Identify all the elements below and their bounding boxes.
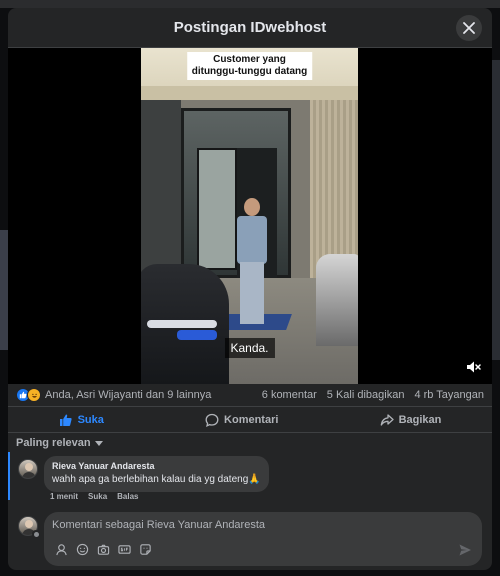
modal-title: Postingan IDwebhost [173,19,327,36]
comment-like-link[interactable]: Suka [88,492,107,501]
new-comment-indicator [8,452,10,500]
comment-input[interactable] [44,512,482,538]
comment-reply-link[interactable]: Balas [117,492,138,501]
caption-line-1: Customer yang [213,54,286,65]
avatar-status-icon [32,530,40,538]
comment-author[interactable]: Rieva Yanuar Andaresta [52,460,261,473]
post-modal: Postingan IDwebhost Customer yang ditung… [8,8,492,570]
video-motorcycle [141,264,229,384]
thumbs-up-icon [59,414,72,426]
view-count: 4 rb Tayangan [414,389,484,401]
like-button[interactable]: Suka [53,411,110,429]
sort-label: Paling relevan [16,436,91,449]
post-actions: Suka Komentari Bagikan [8,406,492,432]
video-player[interactable]: Customer yang ditunggu-tunggu datang Kan… [8,48,492,384]
close-button[interactable] [456,15,482,41]
video-person [229,198,275,328]
video-motorcycle-right [316,254,358,346]
comment-label: Komentari [224,413,279,426]
comment-count[interactable]: 6 komentar [262,389,317,401]
backdrop-right-content [492,60,500,360]
mute-button[interactable] [464,358,482,376]
comment-button[interactable]: Komentari [199,411,284,429]
reactors-text[interactable]: Anda, Asri Wijayanti dan 9 lainnya [45,389,262,401]
share-arrow-icon [380,413,394,426]
comment-bubble: Rieva Yanuar Andaresta wahh apa ga berle… [44,456,269,492]
video-overlay-caption: Customer yang ditunggu-tunggu datang [186,52,313,80]
backdrop-topbar [0,0,500,8]
post-stats: Anda, Asri Wijayanti dan 9 lainnya 6 kom… [8,384,492,406]
comment-item: Rieva Yanuar Andaresta wahh apa ga berle… [8,452,492,502]
reaction-icons[interactable] [16,388,41,402]
caption-line-2: ditunggu-tunggu datang [191,66,308,77]
video-frame: Customer yang ditunggu-tunggu datang Kan… [141,48,358,384]
sticker-icon[interactable] [138,542,152,556]
gif-icon[interactable] [117,542,131,556]
comment-composer [8,506,492,566]
close-icon [463,22,475,34]
modal-header: Postingan IDwebhost [8,8,492,48]
chevron-down-icon [94,441,103,446]
comment-time[interactable]: 1 menit [50,492,78,501]
comment-bubble-icon [205,413,219,427]
send-icon[interactable] [458,543,472,557]
emoji-icon[interactable] [75,542,89,556]
avatar-sticker-icon[interactable] [54,542,68,556]
haha-reaction-icon [27,388,41,402]
post-counters: 6 komentar 5 Kali dibagikan 4 rb Tayanga… [262,389,484,401]
comment-sort: Paling relevan [8,432,492,452]
camera-icon[interactable] [96,542,110,556]
share-count[interactable]: 5 Kali dibagikan [327,389,405,401]
composer-tools [54,542,152,556]
comment-meta: 1 menit Suka Balas [50,492,139,501]
comment-input-box [44,512,482,566]
like-label: Suka [77,413,104,426]
comment-text: wahh apa ga berlebihan kalau dia yg date… [52,474,261,485]
share-label: Bagikan [398,413,442,426]
backdrop-left-content [0,230,8,350]
commenter-avatar[interactable] [18,459,38,479]
speaker-muted-icon [467,361,481,373]
sort-dropdown[interactable]: Paling relevan [16,437,103,449]
share-button[interactable]: Bagikan [374,411,448,429]
video-subtitle: Kanda. [224,338,275,358]
